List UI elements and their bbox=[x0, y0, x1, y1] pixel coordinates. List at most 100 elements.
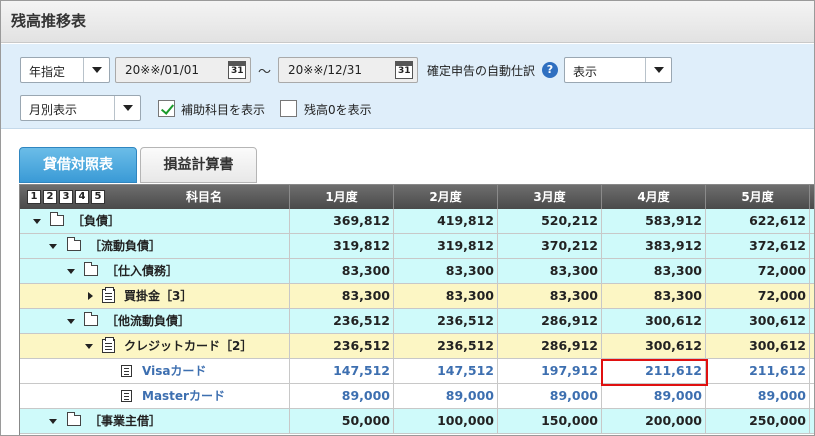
sub-account-icon bbox=[121, 390, 132, 402]
value-cell: 300,612 bbox=[706, 334, 810, 358]
value-cell: 236,512 bbox=[394, 309, 498, 333]
date-from-input[interactable]: 20※※/01/01 31 bbox=[115, 57, 251, 83]
chevron-down-icon[interactable] bbox=[83, 58, 109, 82]
table-row[interactable]: ［流動負債］ 319,812 319,812 370,212 383,912 3… bbox=[20, 234, 814, 259]
value-cell: 50,000 bbox=[290, 409, 394, 433]
value-cell: 319,812 bbox=[394, 234, 498, 258]
period-type-value: 年指定 bbox=[29, 65, 66, 79]
table-row[interactable]: クレジットカード［2］ 236,512 236,512 286,912 300,… bbox=[20, 334, 814, 359]
account-cell: ［事業主借］ bbox=[20, 409, 290, 433]
value-cell: 520,212 bbox=[498, 209, 602, 233]
column-header-month-3: 3月度 bbox=[498, 185, 602, 209]
date-to-value: 20※※/12/31 bbox=[288, 63, 363, 77]
column-header-month-1: 1月度 bbox=[290, 185, 394, 209]
column-header-month-5: 5月度 bbox=[706, 185, 810, 209]
collapse-icon[interactable] bbox=[67, 319, 75, 324]
account-cell: ［他流動負債］ bbox=[20, 309, 290, 333]
help-icon[interactable]: ? bbox=[542, 62, 558, 78]
account-cell: クレジットカード［2］ bbox=[20, 334, 290, 358]
collapse-icon[interactable] bbox=[49, 244, 57, 249]
display-mode-select[interactable]: 月別表示 bbox=[20, 95, 141, 121]
calendar-icon-number: 31 bbox=[398, 66, 411, 76]
level-5-button[interactable]: 5 bbox=[91, 190, 105, 204]
value-cell: 583,912 bbox=[602, 209, 706, 233]
value-cell: 370,212 bbox=[498, 234, 602, 258]
tab-balance-sheet[interactable]: 貸借対照表 bbox=[19, 147, 137, 183]
calendar-icon-number: 31 bbox=[231, 66, 244, 76]
value-cell-link[interactable]: 89,000 bbox=[394, 384, 498, 408]
value-cell-link[interactable]: 89,000 bbox=[498, 384, 602, 408]
account-name: ［事業主借］ bbox=[89, 414, 162, 428]
value-cell-link[interactable]: 89,000 bbox=[290, 384, 394, 408]
table-row[interactable]: ［他流動負債］ 236,512 236,512 286,912 300,612 … bbox=[20, 309, 814, 334]
auto-journal-value: 表示 bbox=[573, 65, 598, 79]
account-name-link[interactable]: Masterカード bbox=[142, 384, 225, 408]
tab-income-statement[interactable]: 損益計算書 bbox=[140, 147, 257, 183]
value-cell: 622,612 bbox=[706, 209, 810, 233]
value-cell-link[interactable]: 89,000 bbox=[706, 384, 810, 408]
account-name: ［仕入債務］ bbox=[106, 264, 179, 278]
value-cell-link[interactable]: 211,612 bbox=[706, 359, 810, 383]
level-4-button[interactable]: 4 bbox=[75, 190, 89, 204]
value-cell: 250,000 bbox=[706, 409, 810, 433]
value-cell-link[interactable]: 197,912 bbox=[498, 359, 602, 383]
period-type-select[interactable]: 年指定 bbox=[20, 57, 110, 83]
table-row[interactable]: 買掛金［3］ 83,300 83,300 83,300 83,300 72,00… bbox=[20, 284, 814, 309]
account-name-link[interactable]: Visaカード bbox=[142, 359, 206, 383]
show-sub-accounts-label[interactable]: 補助科目を表示 bbox=[181, 101, 265, 118]
value-cell: 83,300 bbox=[602, 259, 706, 283]
value-cell: 72,000 bbox=[706, 259, 810, 283]
value-cell: 369,812 bbox=[290, 209, 394, 233]
folder-icon bbox=[50, 212, 64, 226]
table-row[interactable]: ［事業主借］ 50,000 100,000 150,000 200,000 25… bbox=[20, 409, 814, 434]
account-cell: Visaカード bbox=[20, 359, 290, 383]
account-name: ［負債］ bbox=[72, 214, 121, 228]
table-row[interactable]: Masterカード 89,000 89,000 89,000 89,000 89… bbox=[20, 384, 814, 409]
chevron-down-icon[interactable] bbox=[114, 96, 140, 120]
calendar-icon[interactable]: 31 bbox=[395, 61, 413, 79]
value-cell: 83,300 bbox=[290, 259, 394, 283]
calendar-icon[interactable]: 31 bbox=[228, 61, 246, 79]
folder-icon bbox=[84, 262, 98, 276]
level-3-button[interactable]: 3 bbox=[59, 190, 73, 204]
value-cell-link[interactable]: 147,512 bbox=[394, 359, 498, 383]
value-cell-link[interactable]: 89,000 bbox=[602, 384, 706, 408]
column-header-month-2: 2月度 bbox=[394, 185, 498, 209]
auto-journal-select[interactable]: 表示 bbox=[564, 57, 672, 83]
value-cell: 236,512 bbox=[290, 309, 394, 333]
show-zero-balance-label[interactable]: 残高0を表示 bbox=[304, 101, 372, 118]
value-cell: 100,000 bbox=[394, 409, 498, 433]
level-2-button[interactable]: 2 bbox=[43, 190, 57, 204]
date-from-value: 20※※/01/01 bbox=[125, 63, 200, 77]
account-name-header-label: 科目名 bbox=[186, 190, 223, 204]
collapse-icon[interactable] bbox=[67, 269, 75, 274]
table-row[interactable]: ［負債］ 369,812 419,812 520,212 583,912 622… bbox=[20, 209, 814, 234]
value-cell: 150,000 bbox=[498, 409, 602, 433]
account-name: ［他流動負債］ bbox=[106, 314, 191, 328]
show-sub-accounts-checkbox[interactable] bbox=[158, 100, 175, 117]
value-cell-link[interactable]: 147,512 bbox=[290, 359, 394, 383]
date-to-input[interactable]: 20※※/12/31 31 bbox=[278, 57, 418, 83]
table-row[interactable]: ［仕入債務］ 83,300 83,300 83,300 83,300 72,00… bbox=[20, 259, 814, 284]
column-header-account: 1 2 3 4 5 科目名 bbox=[20, 185, 290, 209]
value-cell: 286,912 bbox=[498, 334, 602, 358]
show-zero-balance-checkbox[interactable] bbox=[280, 100, 297, 117]
collapse-icon[interactable] bbox=[85, 344, 93, 349]
level-1-button[interactable]: 1 bbox=[27, 190, 41, 204]
value-cell: 236,512 bbox=[290, 334, 394, 358]
account-cell: Masterカード bbox=[20, 384, 290, 408]
value-cell: 419,812 bbox=[394, 209, 498, 233]
filter-panel: 年指定 20※※/01/01 31 ～ 20※※/12/31 31 確定申告の自… bbox=[1, 44, 814, 129]
account-name: 買掛金［3］ bbox=[124, 289, 193, 303]
balance-transition-table: 1 2 3 4 5 科目名 1月度 2月度 3月度 4月度 5月度 ［負債］ 3… bbox=[19, 184, 814, 435]
expand-icon[interactable] bbox=[88, 292, 93, 300]
account-cell: ［流動負債］ bbox=[20, 234, 290, 258]
value-cell: 300,612 bbox=[602, 334, 706, 358]
value-cell: 286,912 bbox=[498, 309, 602, 333]
collapse-icon[interactable] bbox=[49, 419, 57, 424]
collapse-icon[interactable] bbox=[33, 219, 41, 224]
auto-journal-label: 確定申告の自動仕訳 bbox=[427, 64, 536, 78]
value-cell: 300,612 bbox=[602, 309, 706, 333]
value-cell: 300,612 bbox=[706, 309, 810, 333]
chevron-down-icon[interactable] bbox=[645, 58, 671, 82]
